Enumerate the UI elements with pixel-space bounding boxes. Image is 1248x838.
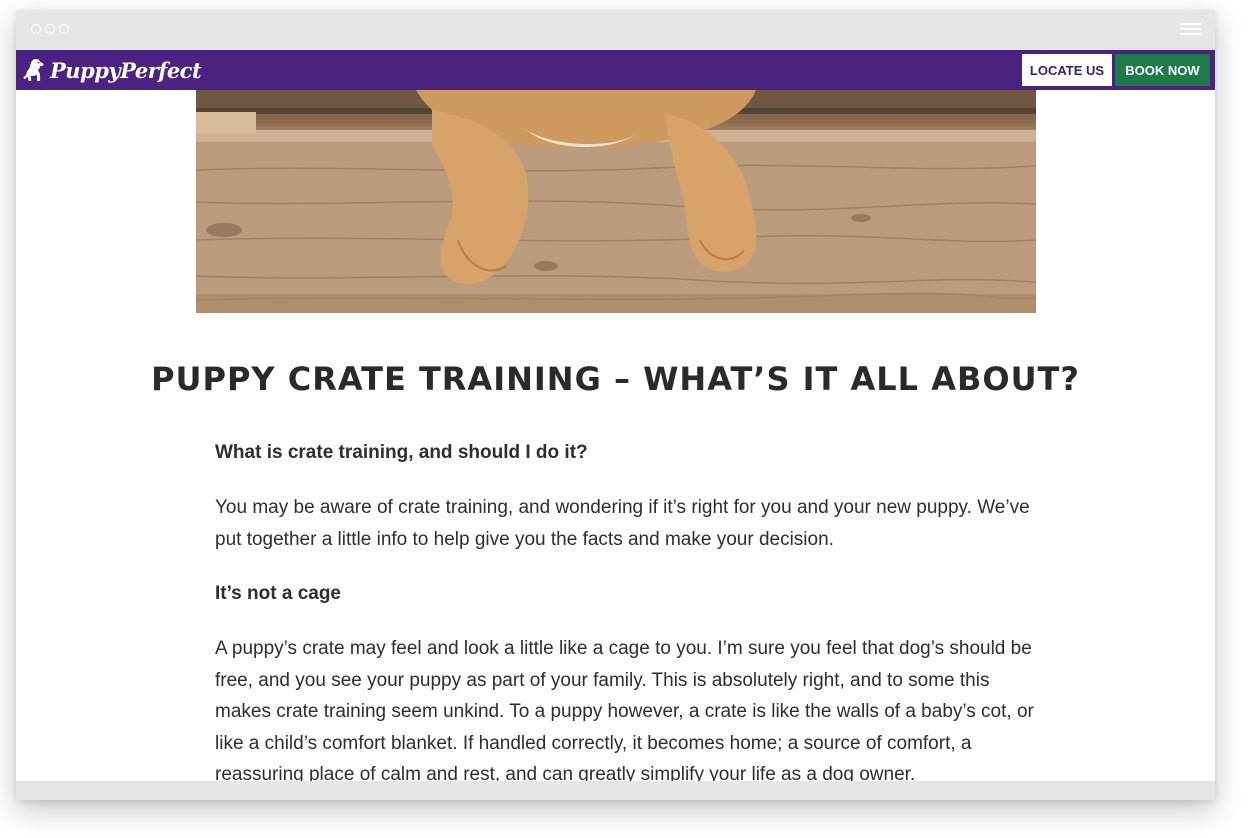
section-heading-not-a-cage: It’s not a cage bbox=[215, 583, 341, 604]
site-logo[interactable]: PuppyPerfect bbox=[22, 55, 202, 85]
browser-bottom-bar bbox=[16, 781, 1215, 800]
hamburger-icon[interactable] bbox=[1180, 23, 1201, 37]
brand-name: PuppyPerfect bbox=[50, 57, 202, 83]
browser-window: PuppyPerfect LOCATE US BOOK NOW PUPPY CR… bbox=[16, 10, 1215, 800]
section-heading-what-is-crate-training: What is crate training, and should I do … bbox=[215, 442, 588, 463]
window-dot-minimize[interactable] bbox=[45, 24, 55, 34]
window-controls bbox=[31, 24, 69, 34]
book-now-button[interactable]: BOOK NOW bbox=[1115, 54, 1210, 86]
intro-paragraph: You may be aware of crate training, and … bbox=[215, 497, 1030, 550]
browser-title-bar bbox=[16, 10, 1215, 50]
article-title: PUPPY CRATE TRAINING – WHAT’S IT ALL ABO… bbox=[151, 360, 1080, 398]
window-dot-maximize[interactable] bbox=[59, 24, 69, 34]
article-body: What is crate training, and should I do … bbox=[215, 438, 1035, 791]
locate-us-button[interactable]: LOCATE US bbox=[1022, 54, 1112, 86]
hero-image-puppy-in-crate bbox=[196, 90, 1036, 313]
not-a-cage-paragraph: A puppy’s crate may feel and look a litt… bbox=[215, 638, 1034, 785]
site-navbar: PuppyPerfect LOCATE US BOOK NOW bbox=[16, 50, 1215, 90]
window-dot-close[interactable] bbox=[31, 24, 41, 34]
dog-logo-icon bbox=[23, 59, 44, 81]
